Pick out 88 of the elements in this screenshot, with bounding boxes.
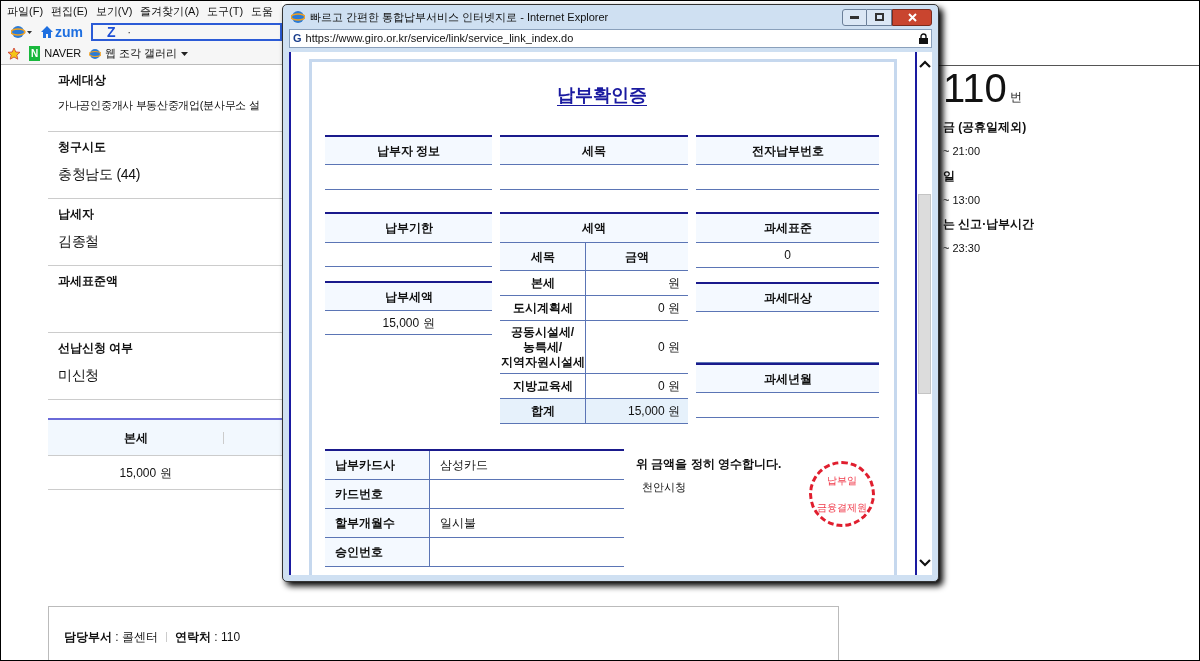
tax-item: 지방교육세: [500, 374, 586, 398]
tax-item: 도시계획세: [500, 296, 586, 320]
field-label: 선납신청 여부: [57, 340, 135, 357]
field-label: 과세대상: [57, 72, 107, 89]
address-text: ·: [127, 25, 131, 40]
hours-heading: 일: [943, 167, 956, 185]
home-icon: [41, 26, 53, 38]
field-label: 과세표준액: [57, 273, 119, 290]
section-header: 과세표준: [696, 212, 879, 243]
card-label: 승인번호: [325, 538, 430, 566]
tax-item: 공동시설세/ 농특세/ 지역자원시설세: [500, 321, 586, 373]
minimize-button[interactable]: [842, 8, 867, 26]
browser-icon[interactable]: [11, 25, 33, 39]
section-value: 15,000 원: [325, 311, 492, 335]
address-field[interactable]: Z ·: [91, 23, 282, 41]
receipt-statement: 위 금액을 정히 영수합니다.: [636, 456, 782, 473]
hours-time: ~ 21:00: [943, 144, 981, 159]
scrollbar-thumb[interactable]: [918, 193, 931, 394]
section-header: 납부기한: [325, 212, 492, 243]
minimize-icon: [850, 15, 859, 19]
card-value: 일시불: [439, 515, 477, 532]
menu-item[interactable]: 편집(E): [51, 2, 88, 20]
section-header: 납부자 정보: [325, 135, 492, 165]
site-icon: G: [293, 30, 302, 47]
section-value: 0: [696, 243, 879, 268]
stamp-text: 납부일: [827, 474, 857, 488]
tax-amount: 15,000 원: [626, 403, 681, 420]
menu-item[interactable]: 보기(V): [95, 2, 133, 20]
section-header: 납부세액: [325, 281, 492, 311]
search-logo: Z: [107, 22, 116, 42]
hours-heading: 금 (공휴일제외): [943, 119, 1028, 136]
field-value: 가나공인중개사 부동산중개업(분사무소 설: [57, 98, 261, 113]
lock-icon: [919, 33, 928, 44]
hours-heading: 는 신고·납부시간: [943, 216, 1036, 233]
home-button[interactable]: zum: [41, 21, 83, 43]
scroll-down-icon[interactable]: [918, 559, 931, 567]
field-value: 김종철: [57, 232, 101, 251]
site-badge: N: [29, 46, 41, 61]
card-label: 할부개월수: [325, 509, 430, 537]
document-title: 납부확인증: [557, 84, 647, 107]
column-header: 본세: [122, 429, 149, 447]
issuer-name: 천안시청: [641, 480, 687, 495]
hours-time: ~ 23:30: [943, 241, 981, 256]
tax-amount: 0 원: [657, 300, 681, 317]
stamp-text: 금융결제원: [817, 501, 867, 515]
caret-icon: [181, 51, 189, 56]
field-label: 납세자: [57, 206, 95, 223]
menu-item[interactable]: 파일(F): [7, 2, 44, 20]
field-value: 미신청: [57, 366, 101, 385]
tax-amount: 0 원: [657, 378, 681, 395]
tax-item: 합계: [500, 399, 586, 423]
table-cell-text: 15,000 원: [118, 464, 173, 482]
contact-info: 연락처 : 110: [175, 628, 241, 646]
section-header: 과세년월: [696, 363, 879, 393]
number-unit: 번: [1009, 89, 1022, 106]
card-label: 납부카드사: [325, 451, 430, 479]
close-button[interactable]: [892, 8, 932, 26]
window-title: 빠르고 간편한 통합납부서비스 인터넷지로 - Internet Explorer: [310, 9, 610, 25]
menu-item[interactable]: 즐겨찾기(A): [140, 2, 200, 20]
tax-amount: 0 원: [657, 339, 681, 356]
column-header: 세목: [500, 243, 586, 270]
hours-time: ~ 13:00: [943, 192, 981, 208]
browser-icon: [291, 10, 305, 24]
tax-item: 본세: [500, 271, 586, 295]
address-bar[interactable]: G https://www.giro.or.kr/service/link/service_link_index.do: [289, 29, 932, 48]
section-header: 과세대상: [696, 282, 879, 312]
url-text: https://www.giro.or.kr/service/link/service_link_index.do: [305, 31, 575, 47]
section-header: 세목: [500, 135, 688, 165]
maximize-button[interactable]: [867, 8, 892, 26]
menu-item[interactable]: 도움: [251, 2, 274, 20]
scroll-up-icon[interactable]: [918, 60, 931, 68]
section-header: 세액: [500, 212, 688, 243]
field-label: 청구시도: [57, 139, 107, 156]
close-icon: [907, 12, 917, 22]
section-header: 전자납부번호: [696, 135, 879, 165]
column-header: 금액: [624, 248, 650, 266]
phone-number: 110: [943, 66, 1007, 110]
favorite-link[interactable]: 웹 조각 갤러리: [89, 45, 189, 62]
maximize-icon: [874, 13, 884, 21]
card-label: 카드번호: [325, 480, 430, 508]
card-value: 삼성카드: [439, 457, 489, 474]
favorite-link[interactable]: N NAVER: [29, 45, 82, 62]
contact-info: 담당부서 : 콜센터: [64, 628, 158, 646]
field-value: 충청남도 (44): [57, 165, 142, 184]
tax-amount: 원: [667, 275, 681, 292]
star-icon[interactable]: [7, 46, 21, 61]
menu-item[interactable]: 도구(T): [207, 2, 244, 20]
browser-icon: [89, 47, 102, 60]
